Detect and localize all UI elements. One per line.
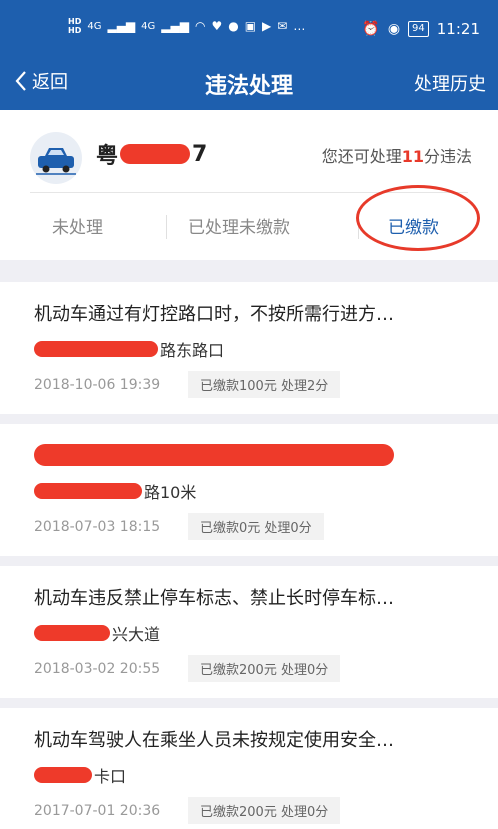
tab-unprocessed[interactable]: 未处理 — [52, 213, 103, 238]
list-item[interactable]: 机动车驾驶人在乘坐人员未按规定使用安全… 卡口 2017-07-01 20:36… — [0, 708, 498, 829]
address-redaction — [34, 483, 142, 499]
violation-date: 2017-07-01 20:36 — [34, 803, 161, 819]
remaining-points: 您还可处理11分违法 — [322, 143, 472, 167]
more-icon: … — [293, 19, 306, 33]
violation-address: 卡口 — [34, 763, 126, 787]
plate-suffix: 7 — [192, 141, 208, 167]
violation-date: 2018-10-06 19:39 — [34, 377, 161, 393]
network-label-2: 4G — [141, 20, 156, 32]
points-value: 11 — [401, 147, 424, 166]
violation-title: 机动车违反禁止停车标志、禁止长时停车标… — [34, 588, 394, 609]
payment-status: 已缴款200元 处理0分 — [188, 655, 341, 682]
mail-icon: ✉ — [277, 19, 288, 33]
violation-address: 路10米 — [34, 479, 196, 503]
history-button[interactable]: 处理历史 — [414, 70, 486, 96]
list-item[interactable]: 路10米 2018-07-03 18:15 已缴款0元 处理0分 — [0, 424, 498, 556]
list-item[interactable]: 机动车违反禁止停车标志、禁止长时停车标… 兴大道 2018-03-02 20:5… — [0, 566, 498, 698]
title-redaction — [34, 444, 394, 466]
list-item[interactable]: 机动车通过有灯控路口时，不按所需行进方… 路东路口 2018-10-06 19:… — [0, 282, 498, 414]
heart-icon: ♥ — [211, 19, 223, 33]
payment-status: 已缴款200元 处理0分 — [188, 797, 341, 824]
alarm-icon: ⏰ — [362, 21, 380, 37]
address-redaction — [34, 767, 92, 783]
status-icons-left: HD HD 4G ▂▄▆ 4G ▂▄▆ ◠ ♥ ● ▣ ▶ ✉ … — [68, 17, 305, 35]
points-suffix: 分违法 — [423, 147, 472, 166]
battery-indicator: 94 — [408, 21, 429, 37]
violation-address: 兴大道 — [34, 621, 160, 645]
signal-icon: ▂▄▆ — [107, 19, 136, 33]
violation-title: 机动车驾驶人在乘坐人员未按规定使用安全… — [34, 730, 394, 751]
plate-redaction — [120, 144, 191, 164]
vehicle-card: 粤 7 您还可处理11分违法 未处理 已处理未缴款 已缴款 — [0, 110, 498, 260]
points-prefix: 您还可处理 — [321, 147, 402, 166]
car-icon — [30, 132, 82, 184]
violation-date: 2018-03-02 20:55 — [34, 661, 161, 677]
payment-status: 已缴款0元 处理0分 — [188, 513, 324, 540]
violation-address: 路东路口 — [34, 337, 224, 361]
license-plate: 粤 7 — [96, 138, 207, 170]
address-text: 路10米 — [144, 483, 197, 502]
address-text: 路东路口 — [160, 341, 225, 360]
tab-processed-unpaid[interactable]: 已处理未缴款 — [188, 213, 290, 238]
address-redaction — [34, 341, 158, 357]
status-icons-right: ⏰ ◉ 94 11:21 — [362, 20, 480, 38]
network-label-1: 4G — [87, 20, 102, 32]
play-icon: ▶ — [262, 19, 272, 33]
violation-title: 机动车通过有灯控路口时，不按所需行进方… — [34, 304, 394, 325]
status-bar: HD HD 4G ▂▄▆ 4G ▂▄▆ ◠ ♥ ● ▣ ▶ ✉ … ⏰ ◉ 94 … — [0, 0, 498, 58]
address-text: 兴大道 — [112, 625, 161, 644]
nav-bar: 返回 违法处理 处理历史 — [0, 58, 498, 110]
violation-date: 2018-07-03 18:15 — [34, 519, 161, 535]
clock: 11:21 — [436, 20, 480, 38]
tab-separator — [166, 215, 167, 239]
wifi-icon: ◠ — [194, 19, 206, 33]
hd-icon: HD HD — [68, 17, 82, 35]
signal-icon-2: ▂▄▆ — [161, 19, 189, 33]
address-text: 卡口 — [94, 767, 127, 786]
highlight-circle — [356, 185, 480, 251]
location-icon: ◉ — [387, 21, 401, 37]
wechat-icon: ● — [228, 19, 239, 33]
payment-status: 已缴款100元 处理2分 — [188, 371, 341, 398]
plate-prefix: 粤 — [96, 144, 119, 169]
paw-icon: ▣ — [244, 19, 257, 33]
address-redaction — [34, 625, 110, 641]
